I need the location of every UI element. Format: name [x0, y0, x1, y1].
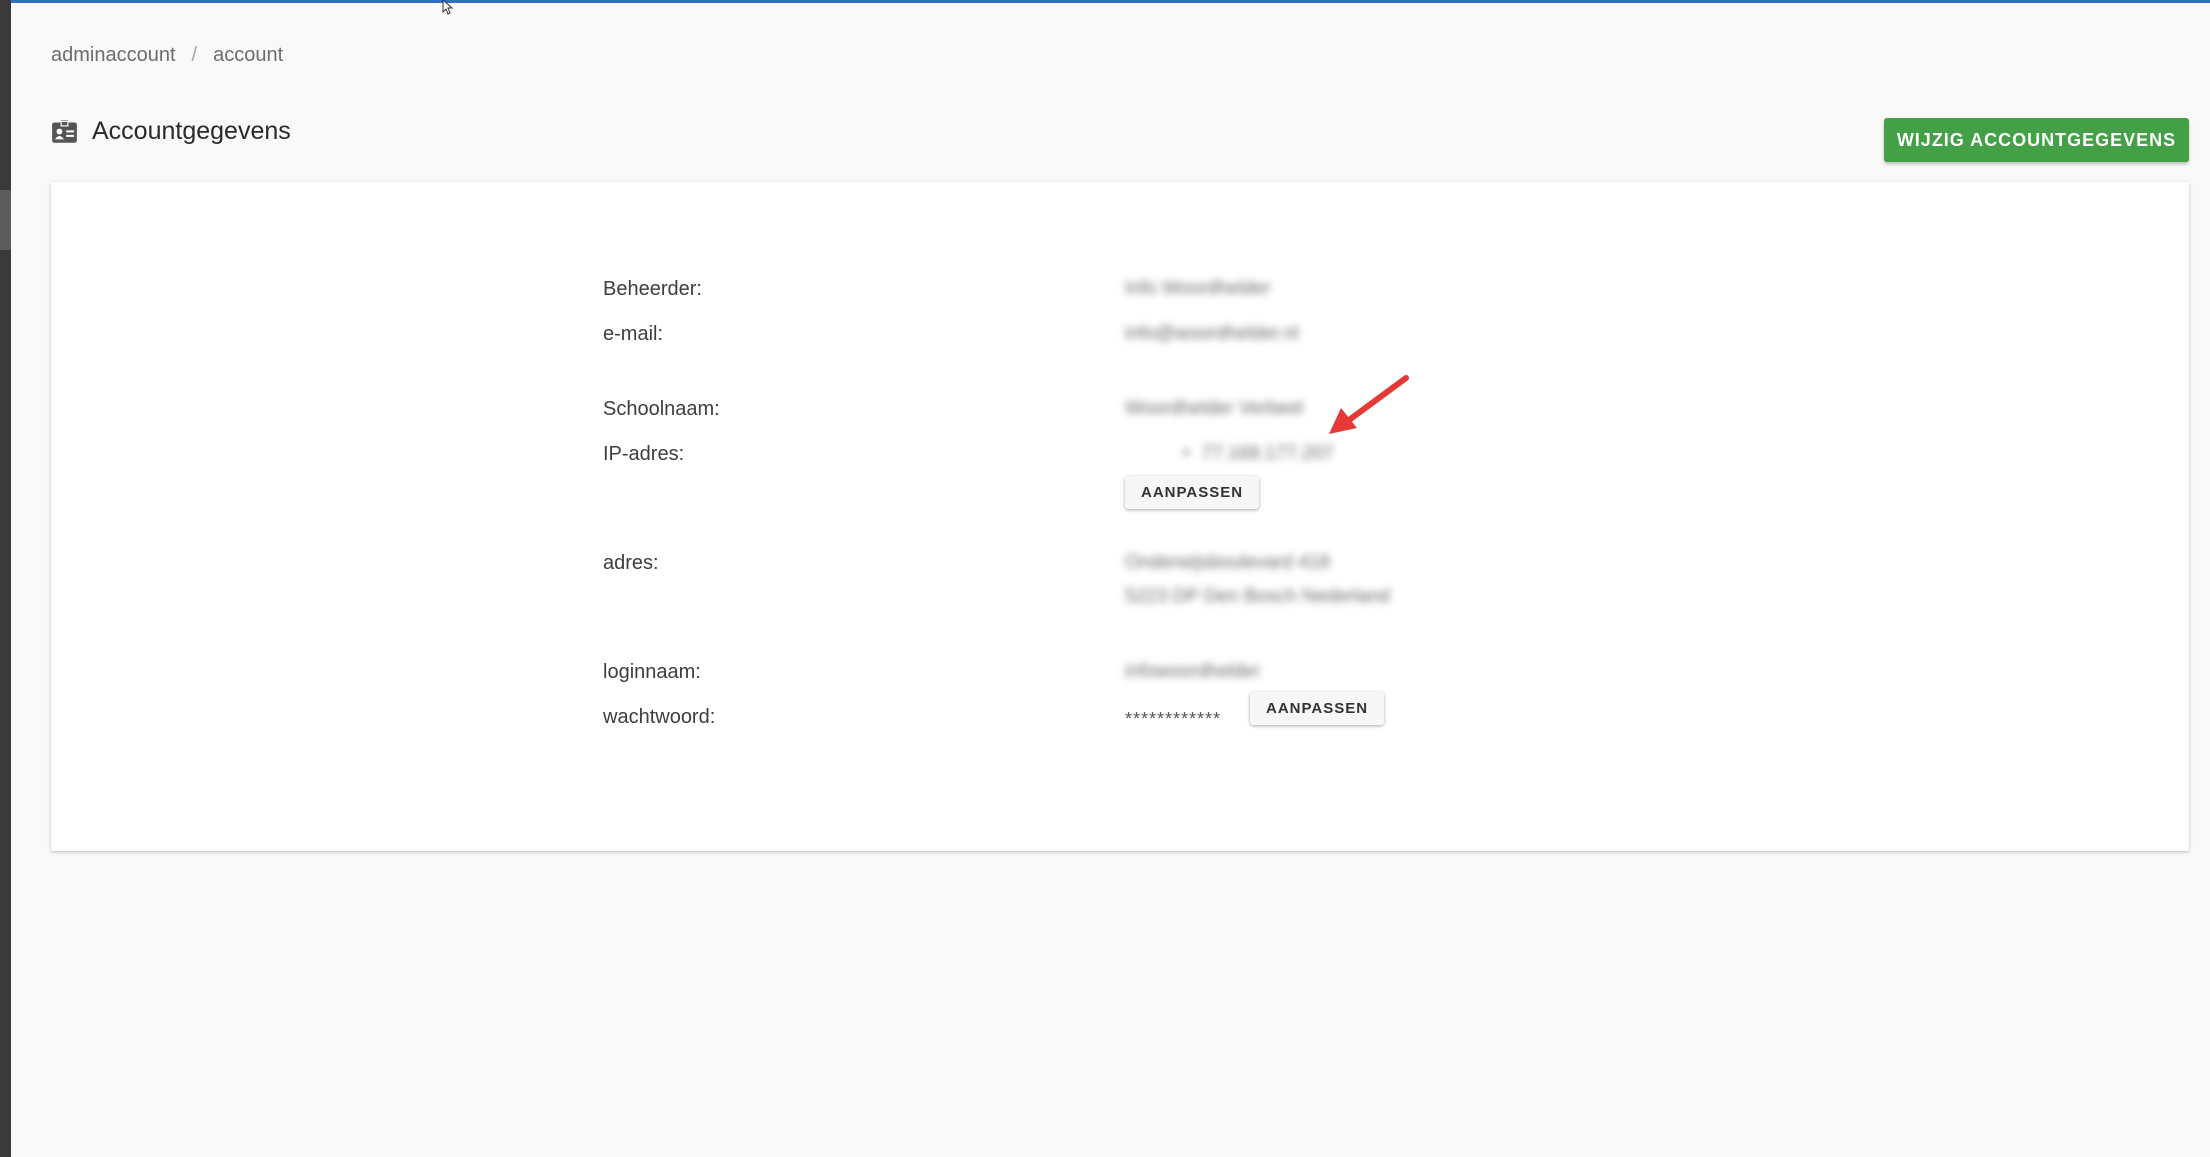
edit-password-button[interactable]: AANPASSEN — [1250, 692, 1385, 725]
sidebar-notch — [0, 190, 11, 250]
beheerder-value: Info Woordhelder — [1125, 278, 1271, 299]
breadcrumb-item-account: account — [213, 44, 284, 66]
email-value: info@woordhelder.nl — [1125, 323, 1299, 344]
ip-address-text: 77.168.177.207 — [1201, 443, 1334, 464]
top-accent-line — [0, 0, 2210, 3]
left-sidebar-strip — [0, 0, 11, 1157]
wachtwoord-label: wachtwoord: — [603, 706, 716, 728]
adres-line1: Onderwijsboulevard 418 — [1125, 552, 1330, 573]
breadcrumb-separator: / — [191, 44, 198, 66]
schoolnaam-label: Schoolnaam: — [603, 398, 720, 420]
email-label: e-mail: — [603, 323, 664, 345]
ip-address-value: • 77.168.177.207 — [1183, 443, 1334, 465]
red-arrow-annotation-icon — [1329, 375, 1409, 434]
adres-label: adres: — [603, 552, 659, 574]
loginnaam-label: loginnaam: — [603, 661, 701, 683]
page-header: Accountgegevens — [51, 117, 291, 146]
adres-line2: 5223 DP Den Bosch Nederland — [1125, 586, 1390, 607]
loginnaam-value: infowoordhelder — [1125, 661, 1261, 682]
beheerder-label: Beheerder: — [603, 278, 702, 300]
page: adminaccount / account Accountgegevens W… — [0, 0, 2210, 1157]
page-title: Accountgegevens — [92, 117, 291, 145]
mouse-cursor-icon — [442, 0, 454, 15]
id-card-icon — [52, 120, 77, 143]
edit-ip-button[interactable]: AANPASSEN — [1125, 476, 1260, 509]
account-details-card: Beheerder: Info Woordhelder e-mail: info… — [51, 182, 2189, 851]
breadcrumb: adminaccount / account — [51, 44, 283, 67]
password-mask: ************ — [1125, 709, 1222, 729]
schoolnaam-value: Woordhelder Verbeel — [1125, 398, 1304, 419]
ip-bullet: • — [1183, 443, 1190, 464]
breadcrumb-item-adminaccount[interactable]: adminaccount — [51, 44, 176, 67]
edit-account-button[interactable]: WIJZIG ACCOUNTGEGEVENS — [1884, 118, 2189, 162]
ip-address-label: IP-adres: — [603, 443, 685, 465]
